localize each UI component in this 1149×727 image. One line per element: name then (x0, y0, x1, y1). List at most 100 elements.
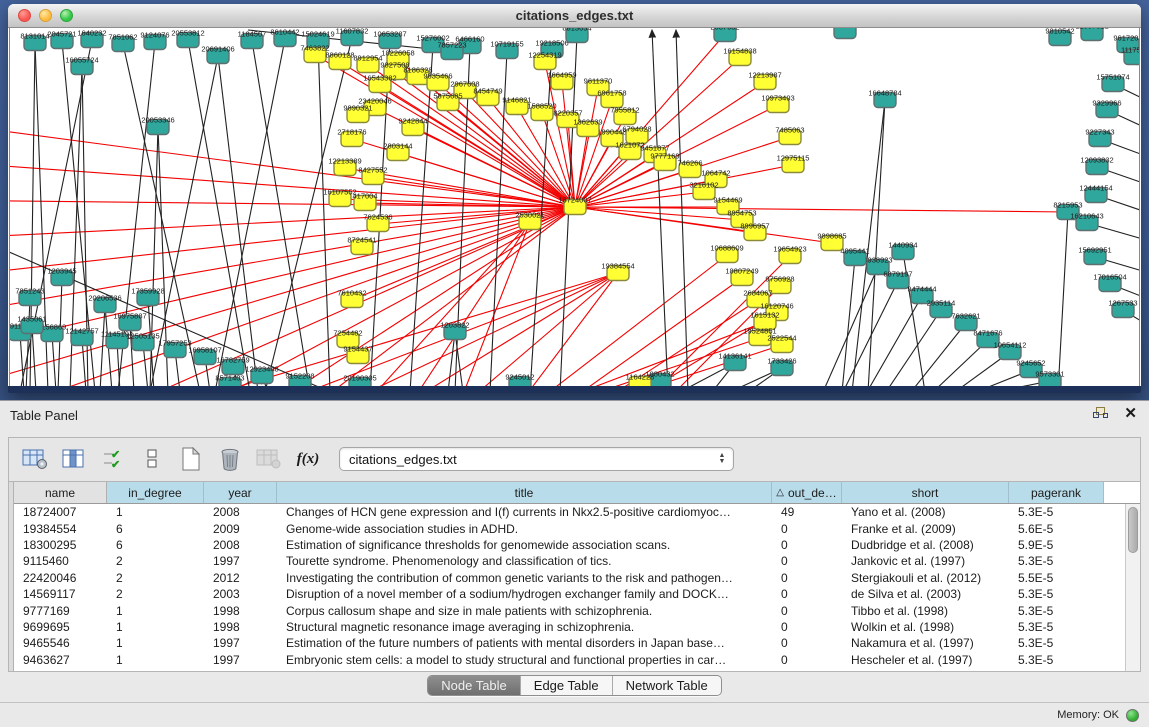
column-header-short[interactable]: short (842, 482, 1009, 503)
table-cell[interactable]: 1 (107, 653, 204, 667)
table-cell[interactable]: 9463627 (14, 653, 107, 667)
table-row[interactable]: 1872400712008Changes of HCN gene express… (14, 504, 1140, 520)
citation-edge-red[interactable] (10, 160, 575, 207)
table-select-dropdown[interactable]: citations_edges.txt ▲▼ (339, 447, 734, 471)
tab-edge-table[interactable]: Edge Table (521, 676, 613, 695)
citation-edge-red[interactable] (10, 207, 575, 240)
table-cell[interactable]: 5.3E-5 (1009, 587, 1104, 601)
table-row[interactable]: 1830029562008Estimation of significance … (14, 537, 1140, 553)
table-cell[interactable]: Dudbridge et al. (2008) (842, 538, 1009, 552)
create-column-icon[interactable] (21, 446, 49, 472)
table-cell[interactable]: 1 (107, 604, 204, 618)
table-cell[interactable]: Investigating the contribution of common… (277, 571, 772, 585)
table-cell[interactable]: 9115460 (14, 554, 107, 568)
table-cell[interactable]: Wolkin et al. (1998) (842, 620, 1009, 634)
table-cell[interactable]: Changes of HCN gene expression and I(f) … (277, 505, 772, 519)
new-table-icon[interactable] (177, 446, 205, 472)
table-cell[interactable]: 0 (772, 554, 842, 568)
citation-edge[interactable] (868, 100, 885, 386)
row-height-icon[interactable] (138, 446, 166, 472)
table-cell[interactable]: Disruption of a novel member of a sodium… (277, 587, 772, 601)
table-cell[interactable]: 22420046 (14, 571, 107, 585)
table-cell[interactable]: Nakamura et al. (1997) (842, 636, 1009, 650)
table-cell[interactable]: 5.3E-5 (1009, 604, 1104, 618)
delete-table-icon[interactable] (216, 446, 244, 472)
table-cell[interactable]: 18300295 (14, 538, 107, 552)
table-cell[interactable]: 0 (772, 604, 842, 618)
citation-edge-red[interactable] (500, 273, 618, 386)
table-cell[interactable]: 1997 (204, 636, 277, 650)
table-cell[interactable]: 49 (772, 505, 842, 519)
table-cell[interactable]: Franke et al. (2009) (842, 522, 1009, 536)
table-cell[interactable]: 0 (772, 587, 842, 601)
citation-edge-red[interactable] (575, 207, 1068, 212)
table-row[interactable]: 1456911722003Disruption of a novel membe… (14, 586, 1140, 602)
table-cell[interactable]: 0 (772, 653, 842, 667)
table-cell[interactable]: Tourette syndrome. Phenomenology and cla… (277, 554, 772, 568)
table-cell[interactable]: 2009 (204, 522, 277, 536)
table-cell[interactable]: 0 (772, 620, 842, 634)
float-panel-icon[interactable] (1093, 407, 1108, 420)
graph-node[interactable] (834, 28, 856, 39)
table-cell[interactable]: 5.5E-5 (1009, 571, 1104, 585)
table-cell[interactable]: de Silva et al. (2003) (842, 587, 1009, 601)
table-cell[interactable]: 19384554 (14, 522, 107, 536)
table-cell[interactable]: 14569117 (14, 587, 107, 601)
table-cell[interactable]: 2 (107, 554, 204, 568)
table-row[interactable]: 946554611997Estimation of the future num… (14, 635, 1140, 651)
table-cell[interactable]: 0 (772, 571, 842, 585)
table-row[interactable]: 969969511998Structural magnetic resonanc… (14, 619, 1140, 635)
column-header-out_de[interactable]: △out_de… (772, 482, 842, 503)
tab-network-table[interactable]: Network Table (613, 676, 721, 695)
table-cell[interactable]: Tibbo et al. (1998) (842, 604, 1009, 618)
table-cell[interactable]: 5.3E-5 (1009, 653, 1104, 667)
table-cell[interactable]: 2008 (204, 505, 277, 519)
citation-edge-red[interactable] (10, 207, 575, 280)
table-cell[interactable]: 5.3E-5 (1009, 636, 1104, 650)
table-cell[interactable]: 2003 (204, 587, 277, 601)
table-cell[interactable]: Hescheler et al. (1997) (842, 653, 1009, 667)
table-cell[interactable]: Embryonic stem cells: a model to study s… (277, 653, 772, 667)
table-cell[interactable]: Stergiakouli et al. (2012) (842, 571, 1009, 585)
table-cell[interactable]: 2008 (204, 538, 277, 552)
citation-edge[interactable] (852, 100, 885, 386)
table-cell[interactable]: 9465546 (14, 636, 107, 650)
table-row[interactable]: 2242004622012Investigating the contribut… (14, 570, 1140, 586)
table-cell[interactable]: 0 (772, 636, 842, 650)
column-header-name[interactable]: name (14, 482, 107, 503)
table-cell[interactable]: 0 (772, 522, 842, 536)
column-header-year[interactable]: year (204, 482, 277, 503)
table-cell[interactable]: 9699695 (14, 620, 107, 634)
table-cell[interactable]: Structural magnetic resonance image aver… (277, 620, 772, 634)
table-cell[interactable]: 18724007 (14, 505, 107, 519)
table-cell[interactable]: Genome-wide association studies in ADHD. (277, 522, 772, 536)
citation-edge[interactable] (215, 39, 285, 386)
column-header-title[interactable]: title (277, 482, 772, 503)
citation-edge-red[interactable] (260, 273, 618, 386)
citation-edge[interactable] (1058, 212, 1068, 386)
table-cell[interactable]: Corpus callosum shape and size in male p… (277, 604, 772, 618)
table-cell[interactable]: 5.3E-5 (1009, 554, 1104, 568)
table-cell[interactable]: 1997 (204, 554, 277, 568)
table-cell[interactable]: 5.9E-5 (1009, 538, 1104, 552)
citation-edge[interactable] (218, 56, 258, 386)
table-cell[interactable]: 5.6E-5 (1009, 522, 1104, 536)
tab-node-table[interactable]: Node Table (428, 676, 521, 695)
window-titlebar[interactable]: citations_edges.txt (8, 4, 1141, 28)
citation-edge[interactable] (150, 56, 218, 386)
memory-ok-indicator[interactable] (1126, 709, 1139, 722)
column-header-in_degree[interactable]: in_degree (107, 482, 204, 503)
citation-edge-red[interactable] (450, 222, 530, 386)
table-cell[interactable]: 2012 (204, 571, 277, 585)
table-cell[interactable]: 1 (107, 636, 204, 650)
vertical-scrollbar[interactable] (1125, 504, 1140, 671)
citation-edge[interactable] (318, 41, 330, 386)
merge-tables-icon[interactable] (60, 446, 88, 472)
table-cell[interactable]: 2 (107, 587, 204, 601)
table-cell[interactable]: Estimation of the future numbers of pati… (277, 636, 772, 650)
select-rows-icon[interactable]: ✔✔ (99, 446, 127, 472)
table-cell[interactable]: 6 (107, 538, 204, 552)
table-cell[interactable]: 1 (107, 505, 204, 519)
network-canvas[interactable]: 8131014204572116402327851062160557249124… (9, 28, 1140, 386)
table-cell[interactable]: 1998 (204, 620, 277, 634)
